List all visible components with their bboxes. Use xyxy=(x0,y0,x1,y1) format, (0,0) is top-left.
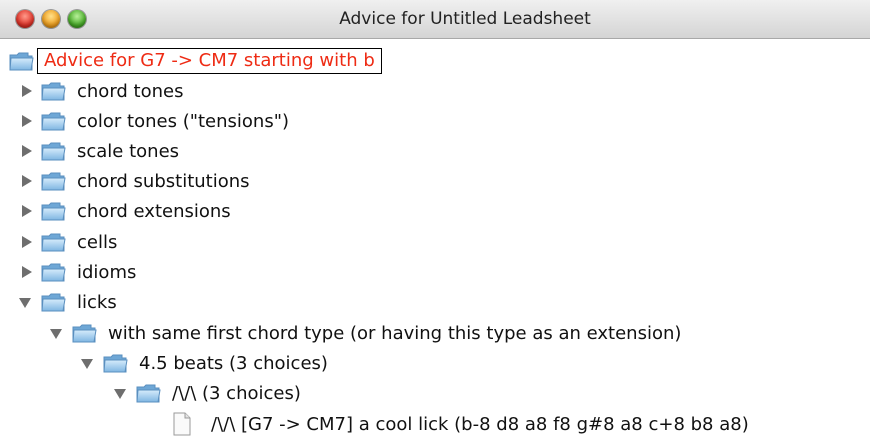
tree-item-beats[interactable]: 4.5 beats (3 choices) xyxy=(80,349,328,377)
advice-tree: Advice for G7 -> CM7 starting with b cho… xyxy=(0,40,870,439)
tree-leaf-lick[interactable]: /\/\ [G7 -> CM7] a cool lick (b-8 d8 a8 … xyxy=(171,410,749,438)
tree-item-chord-tones[interactable]: chord tones xyxy=(18,77,183,105)
expand-arrow-icon[interactable] xyxy=(18,143,34,159)
root-node-label[interactable]: Advice for G7 -> CM7 starting with b xyxy=(37,48,382,74)
tree-root[interactable]: Advice for G7 -> CM7 starting with b xyxy=(8,47,382,75)
tree-item-label: idioms xyxy=(77,261,137,283)
title-bar[interactable]: Advice for Untitled Leadsheet xyxy=(0,0,870,39)
tree-item-contour[interactable]: /\/\ (3 choices) xyxy=(113,379,301,407)
tree-item-label: cells xyxy=(77,231,118,253)
collapse-arrow-icon[interactable] xyxy=(80,355,96,371)
expand-arrow-icon[interactable] xyxy=(18,234,34,250)
tree-item-label: chord tones xyxy=(77,80,184,102)
folder-icon xyxy=(40,80,66,102)
document-icon xyxy=(171,412,193,436)
expand-arrow-icon[interactable] xyxy=(18,203,34,219)
collapse-arrow-icon[interactable] xyxy=(18,294,34,310)
collapse-arrow-icon[interactable] xyxy=(49,325,65,341)
tree-item-idioms[interactable]: idioms xyxy=(18,258,136,286)
tree-item-licks[interactable]: licks xyxy=(18,288,117,316)
expand-arrow-icon[interactable] xyxy=(18,173,34,189)
tree-item-label: chord substitutions xyxy=(77,170,250,192)
tree-item-chord-extensions[interactable]: chord extensions xyxy=(18,197,231,225)
expand-arrow-icon[interactable] xyxy=(18,264,34,280)
tree-item-label: scale tones xyxy=(77,140,180,162)
tree-item-chord-substitutions[interactable]: chord substitutions xyxy=(18,167,250,195)
tree-item-label: licks xyxy=(77,291,117,313)
expand-arrow-icon[interactable] xyxy=(18,113,34,129)
folder-icon xyxy=(40,200,66,222)
tree-item-cells[interactable]: cells xyxy=(18,228,117,256)
folder-icon xyxy=(40,140,66,162)
folder-icon xyxy=(135,382,161,404)
folder-icon xyxy=(102,352,128,374)
collapse-arrow-icon[interactable] xyxy=(113,385,129,401)
tree-item-same-first-chord[interactable]: with same first chord type (or having th… xyxy=(49,319,681,347)
tree-item-color-tones[interactable]: color tones ("tensions") xyxy=(18,107,289,135)
tree-item-label: /\/\ (3 choices) xyxy=(172,382,301,404)
folder-icon xyxy=(40,110,66,132)
folder-icon xyxy=(40,170,66,192)
tree-item-label: color tones ("tensions") xyxy=(77,110,290,132)
tree-item-label: with same first chord type (or having th… xyxy=(108,322,682,344)
folder-icon xyxy=(71,322,97,344)
tree-item-label: chord extensions xyxy=(77,200,231,222)
advice-window: Advice for Untitled Leadsheet Advice for… xyxy=(0,0,870,439)
lick-label: /\/\ [G7 -> CM7] a cool lick (b-8 d8 a8 … xyxy=(211,413,749,435)
folder-icon xyxy=(40,231,66,253)
tree-item-label: 4.5 beats (3 choices) xyxy=(139,352,328,374)
tree-item-scale-tones[interactable]: scale tones xyxy=(18,137,179,165)
folder-icon xyxy=(40,261,66,283)
window-title: Advice for Untitled Leadsheet xyxy=(339,9,591,29)
folder-icon xyxy=(40,291,66,313)
expand-arrow-icon[interactable] xyxy=(18,83,34,99)
folder-icon xyxy=(8,50,34,72)
